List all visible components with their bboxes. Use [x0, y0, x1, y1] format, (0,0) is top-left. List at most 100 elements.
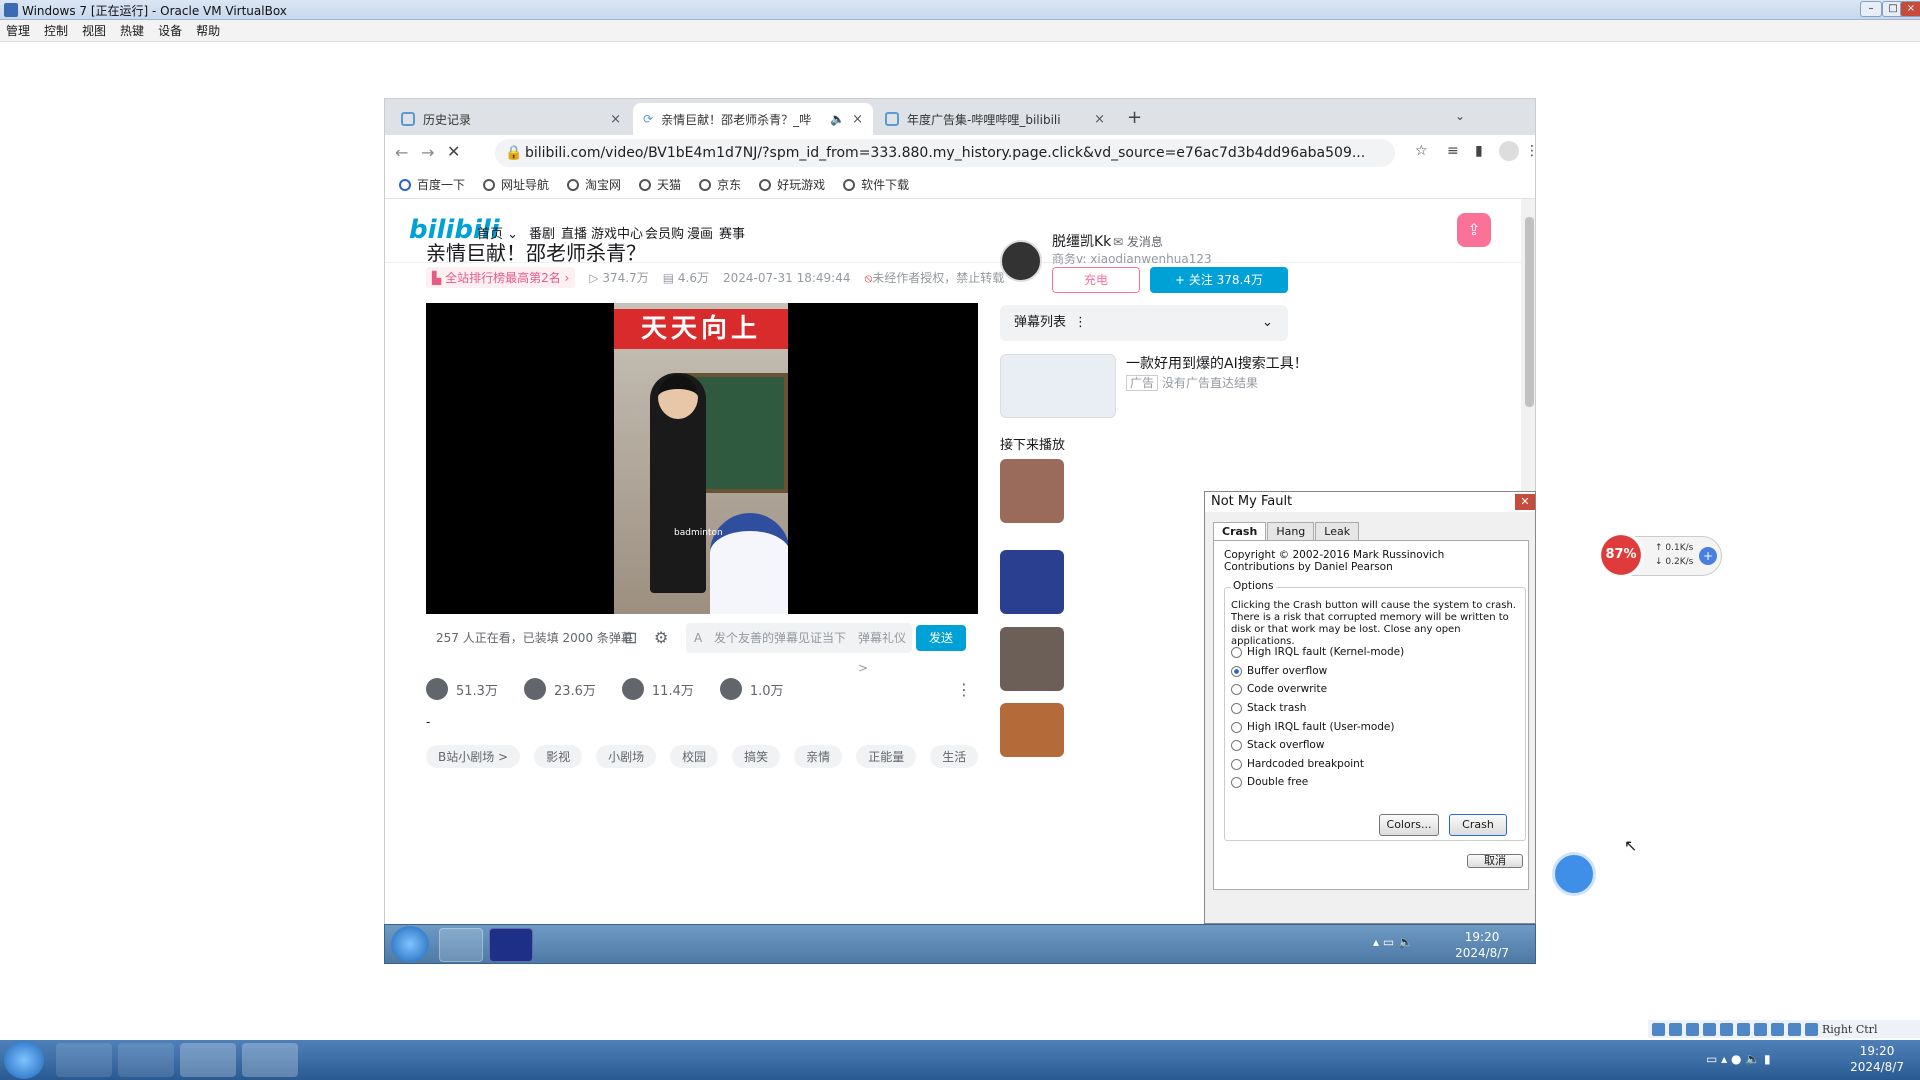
- menu-hotkey[interactable]: 热键: [120, 22, 144, 39]
- video-player[interactable]: 天天向上 badminton: [426, 303, 978, 614]
- host-vm-window-icon[interactable]: [242, 1043, 298, 1077]
- hdd-icon[interactable]: [1652, 1022, 1665, 1036]
- tag-item[interactable]: B站小剧场 >: [426, 745, 521, 768]
- menu-icon[interactable]: ⋮: [1525, 143, 1535, 159]
- menu-control[interactable]: 控制: [44, 22, 68, 39]
- forward-icon[interactable]: →: [421, 143, 434, 162]
- message-link[interactable]: ✉ 发消息: [1113, 233, 1163, 250]
- close-tab-icon[interactable]: ×: [852, 112, 863, 127]
- send-button[interactable]: 发送: [916, 625, 966, 651]
- stop-icon[interactable]: ✕: [447, 142, 460, 161]
- menu-manage[interactable]: 管理: [6, 22, 30, 39]
- danmaku-toggle-icon[interactable]: ⊡: [624, 628, 637, 647]
- danmaku-list-panel[interactable]: 弹幕列表 ⋮ ⌄: [1000, 305, 1288, 341]
- menu-view[interactable]: 视图: [82, 22, 106, 39]
- network-icon[interactable]: [1703, 1022, 1716, 1036]
- crash-button[interactable]: Crash: [1449, 814, 1507, 836]
- reading-list-icon[interactable]: ≡: [1447, 143, 1459, 159]
- rank-badge[interactable]: ▙ 全站排行榜最高第2名 ›: [426, 267, 576, 288]
- recording-icon[interactable]: [1771, 1022, 1784, 1036]
- like-button[interactable]: 51.3万: [426, 678, 498, 700]
- option-radio[interactable]: High IRQL fault (User-mode): [1231, 721, 1395, 733]
- cancel-button[interactable]: 取消: [1467, 854, 1523, 868]
- more-actions-icon[interactable]: ⋮: [956, 680, 972, 699]
- floating-assistant-icon[interactable]: [1552, 852, 1596, 896]
- address-bar[interactable]: 🔒 bilibili.com/video/BV1bE4m1d7NJ/?spm_i…: [495, 139, 1395, 167]
- vm-start-button[interactable]: [391, 926, 429, 962]
- ad-thumbnail[interactable]: [1000, 354, 1116, 418]
- bookmark-jd[interactable]: 京东: [699, 176, 741, 193]
- option-radio[interactable]: Stack trash: [1231, 702, 1306, 714]
- close-icon[interactable]: ✕: [1515, 494, 1535, 510]
- host-taskbar-app-icon[interactable]: [56, 1043, 112, 1077]
- star-icon[interactable]: ☆: [1415, 143, 1428, 159]
- host-clock[interactable]: 19:20 2024/8/7: [1850, 1043, 1904, 1075]
- vm-tray-icons[interactable]: ▴ ▭ 🔈: [1373, 935, 1413, 949]
- shared-folder-icon[interactable]: [1737, 1022, 1750, 1036]
- more-icon[interactable]: ⋮: [1074, 305, 1087, 341]
- close-tab-icon[interactable]: ×: [610, 112, 621, 127]
- recommend-thumbnail[interactable]: [1000, 627, 1064, 691]
- recommend-thumbnail[interactable]: [1000, 459, 1064, 523]
- share-button[interactable]: 1.0万: [719, 678, 784, 700]
- scrollbar-thumb[interactable]: [1525, 217, 1534, 407]
- back-icon[interactable]: ←: [395, 143, 408, 162]
- colors-button[interactable]: Colors...: [1379, 814, 1439, 836]
- tab-leak[interactable]: Leak: [1315, 522, 1360, 540]
- bookmark-taobao[interactable]: 淘宝网: [567, 176, 621, 193]
- up-name[interactable]: 脱缰凯Kk: [1052, 231, 1111, 251]
- danmaku-settings-icon[interactable]: ⚙: [654, 628, 668, 647]
- upload-button[interactable]: ⇪: [1457, 213, 1491, 247]
- profile-icon[interactable]: [1499, 141, 1519, 161]
- optical-icon[interactable]: [1669, 1022, 1682, 1036]
- up-avatar[interactable]: [1000, 240, 1042, 282]
- nav-manga[interactable]: 漫画: [687, 223, 713, 242]
- chevron-down-icon[interactable]: ⌄: [1262, 305, 1273, 341]
- charge-button[interactable]: 充电: [1052, 267, 1140, 293]
- vm-notmyfault-taskbar-icon[interactable]: [489, 928, 533, 962]
- tag-item[interactable]: 正能量: [856, 745, 917, 768]
- tag-item[interactable]: 影视: [534, 745, 583, 768]
- favorite-button[interactable]: 11.4万: [621, 678, 694, 700]
- nav-esports[interactable]: 赛事: [719, 223, 745, 242]
- vm-clock[interactable]: 19:20 2024/8/7: [1455, 929, 1509, 961]
- plus-icon[interactable]: +: [1699, 547, 1717, 565]
- danmaku-input[interactable]: A 发个友善的弹幕见证当下 弹幕礼仪 >: [686, 623, 912, 675]
- side-panel-icon[interactable]: ▮: [1475, 143, 1483, 159]
- font-style-icon[interactable]: A: [694, 623, 702, 653]
- option-radio[interactable]: Hardcoded breakpoint: [1231, 758, 1364, 770]
- option-radio[interactable]: Buffer overflow: [1231, 665, 1327, 677]
- tag-item[interactable]: 小剧场: [596, 745, 657, 768]
- tab-video[interactable]: ⟳ 亲情巨献！邵老师杀青？_哔 🔈 ×: [633, 103, 873, 135]
- bookmark-baidu[interactable]: 百度一下: [399, 176, 465, 193]
- close-tab-icon[interactable]: ×: [1094, 112, 1105, 127]
- speaker-icon[interactable]: 🔈: [830, 112, 845, 126]
- bookmark-software[interactable]: 软件下载: [843, 176, 909, 193]
- close-button[interactable]: ×: [1900, 1, 1920, 17]
- bookmark-nav[interactable]: 网址导航: [483, 176, 549, 193]
- bookmark-tmall[interactable]: 天猫: [639, 176, 681, 193]
- memory-usage-ring[interactable]: 87%: [1598, 532, 1644, 578]
- host-virtualbox-icon[interactable]: [180, 1043, 236, 1077]
- tag-item[interactable]: 搞笑: [732, 745, 781, 768]
- tag-item[interactable]: 生活: [930, 745, 979, 768]
- usb-icon[interactable]: [1720, 1022, 1733, 1036]
- new-tab-button[interactable]: +: [1127, 107, 1142, 128]
- option-radio[interactable]: Double free: [1231, 776, 1308, 788]
- menu-devices[interactable]: 设备: [158, 22, 182, 39]
- tab-history[interactable]: 历史记录 ×: [391, 103, 631, 135]
- mouse-integration-icon[interactable]: [1805, 1022, 1818, 1036]
- ad-title[interactable]: 一款好用到爆的AI搜索工具！: [1126, 353, 1308, 373]
- host-start-button[interactable]: [4, 1041, 44, 1079]
- recommend-thumbnail[interactable]: [1000, 703, 1064, 757]
- audio-icon[interactable]: [1686, 1022, 1699, 1036]
- recommend-thumbnail[interactable]: [1000, 550, 1064, 614]
- menu-help[interactable]: 帮助: [196, 22, 220, 39]
- host-tray-icons[interactable]: ▭ ▴ ● 🔈 ▮: [1706, 1052, 1771, 1066]
- tab-hang[interactable]: Hang: [1267, 522, 1315, 540]
- display-icon[interactable]: [1754, 1022, 1767, 1036]
- nav-shop[interactable]: 会员购: [645, 223, 684, 242]
- tag-item[interactable]: 校园: [670, 745, 719, 768]
- option-radio[interactable]: Stack overflow: [1231, 739, 1324, 751]
- option-radio[interactable]: High IRQL fault (Kernel-mode): [1231, 646, 1404, 658]
